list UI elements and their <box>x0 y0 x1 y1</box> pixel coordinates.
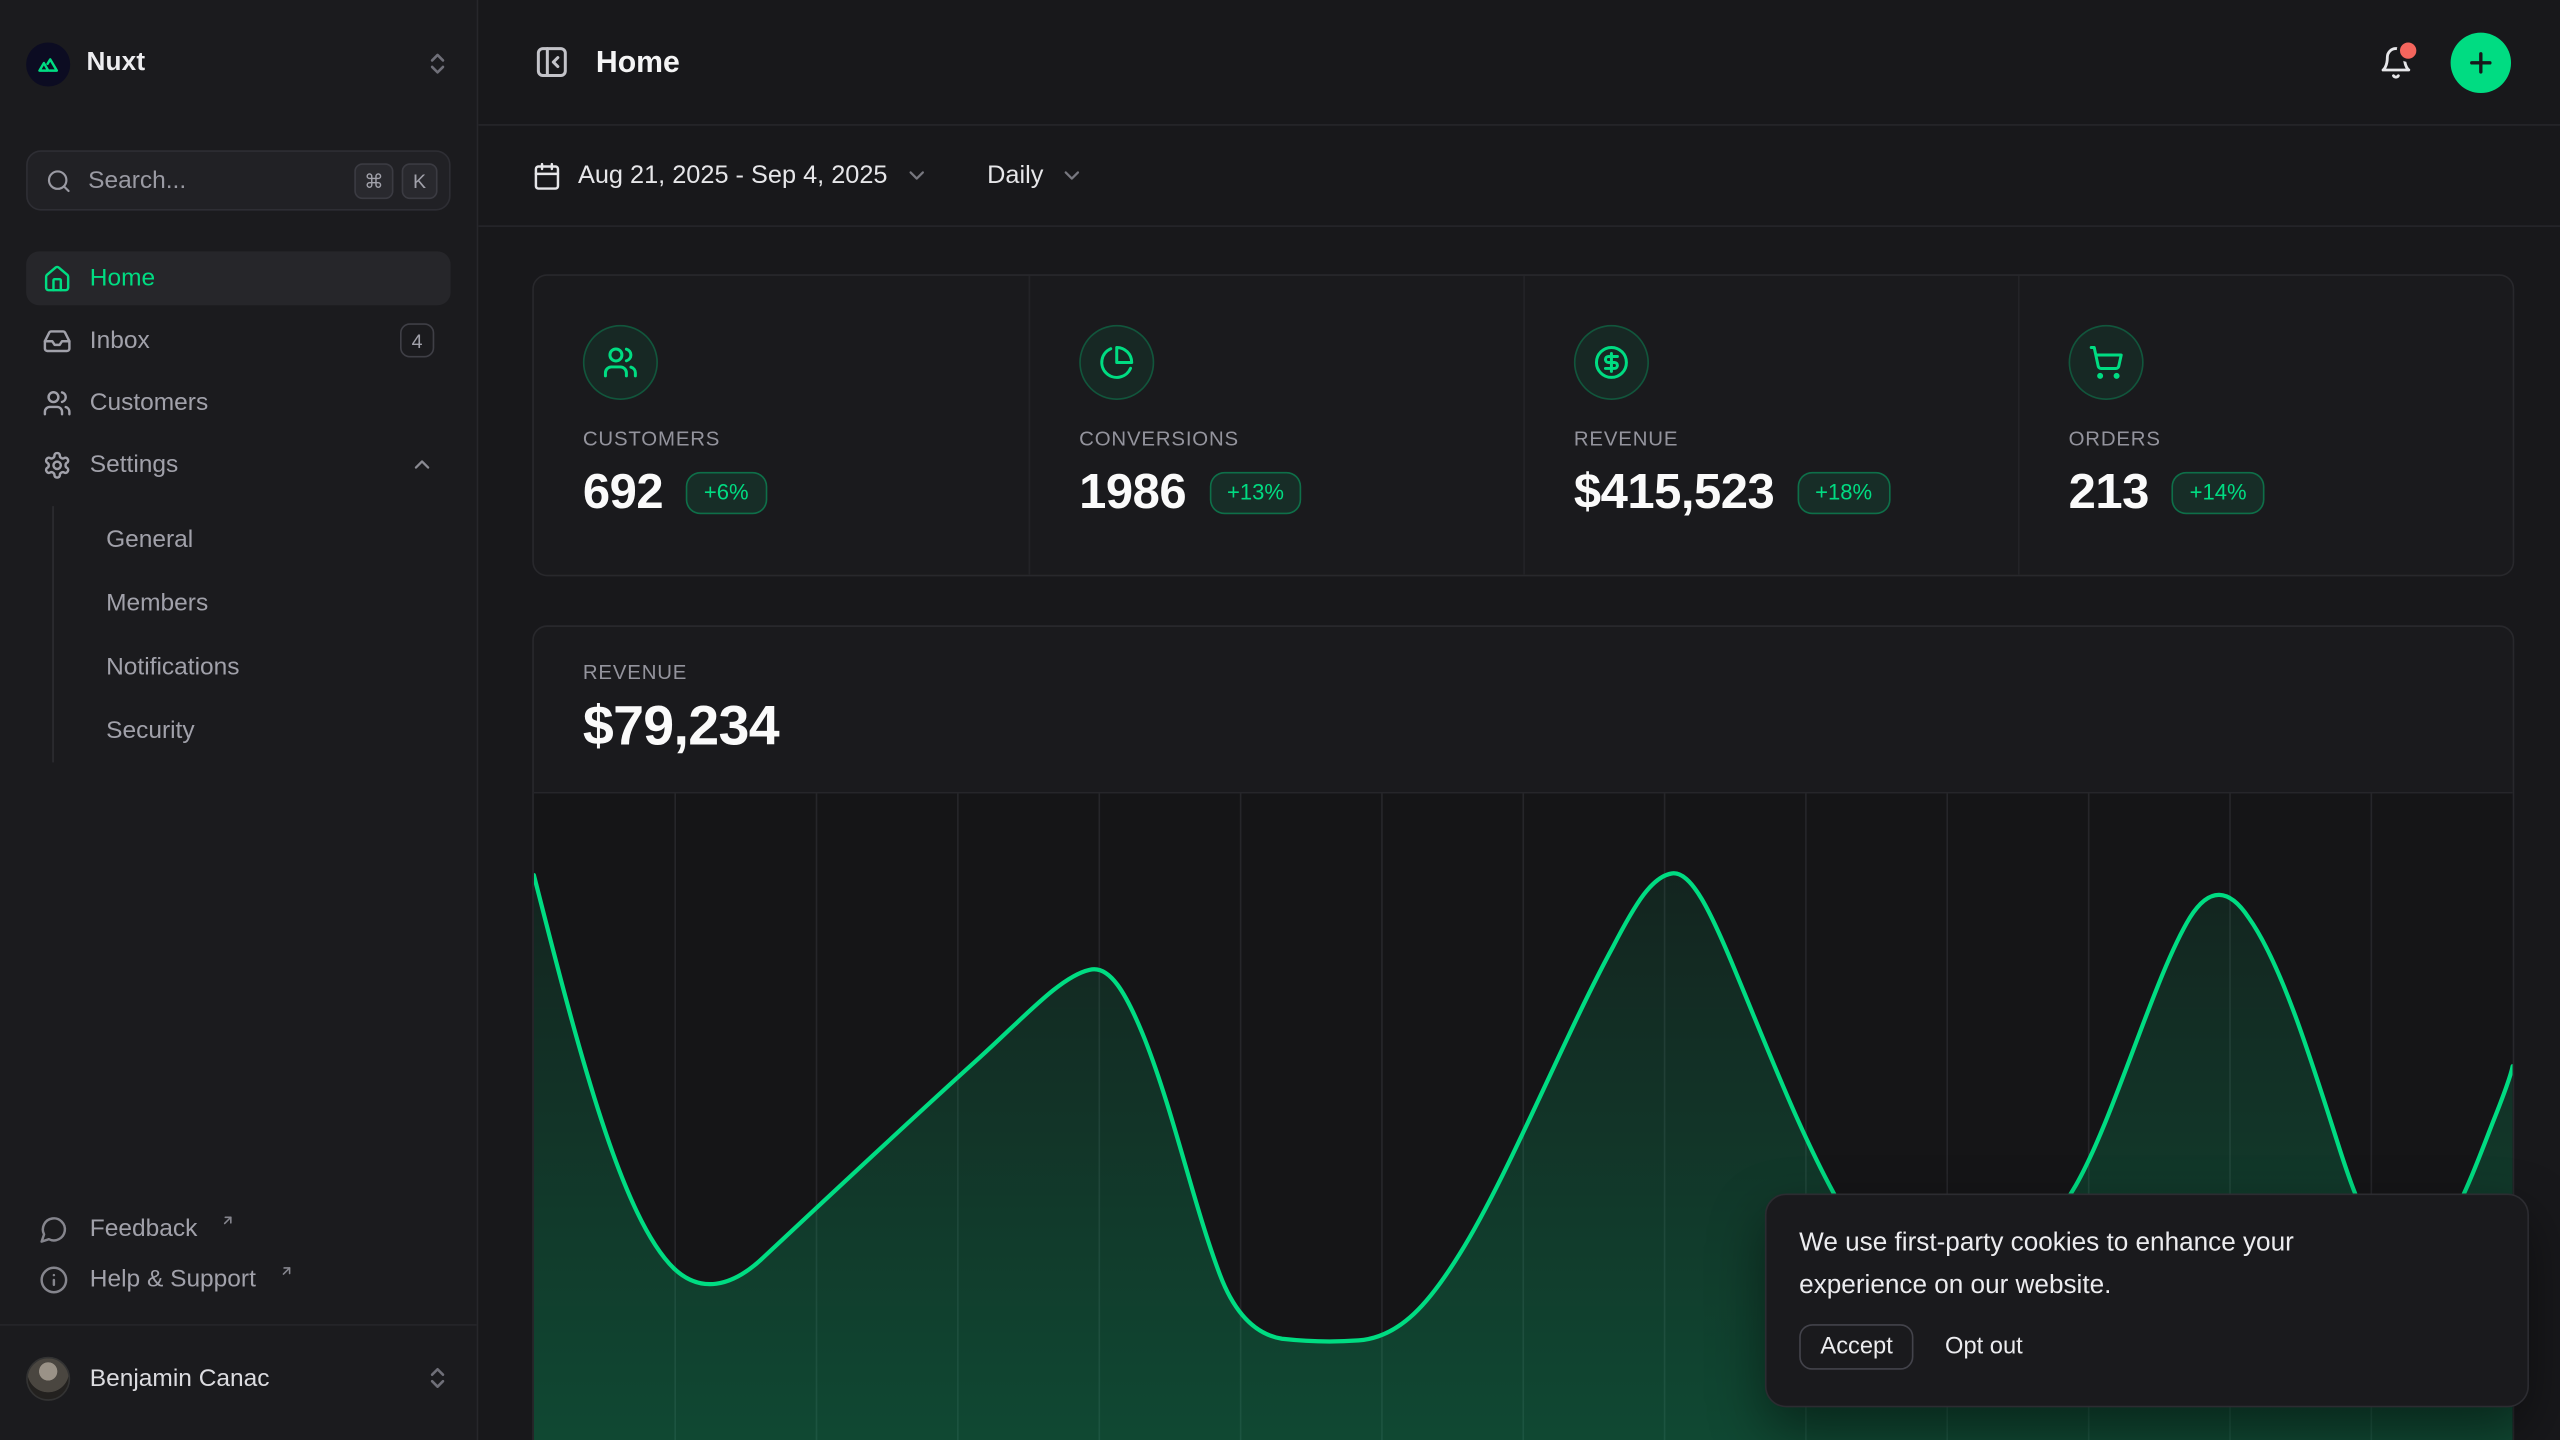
notification-dot <box>2400 42 2416 58</box>
search-placeholder: Search... <box>88 167 186 195</box>
stat-value: 213 <box>2069 465 2149 521</box>
search-input[interactable]: Search... ⌘ K <box>26 150 450 210</box>
team-switcher[interactable]: Nuxt <box>26 36 450 92</box>
pie-chart-icon <box>1079 325 1154 400</box>
users-icon <box>42 388 71 417</box>
settings-sub-list: General Members Notifications Security <box>52 506 450 762</box>
opt-out-button[interactable]: Opt out <box>1945 1334 2023 1360</box>
stat-customers: CUSTOMERS 692 +6% <box>534 276 1029 575</box>
revenue-header: REVENUE $79,234 <box>534 627 2513 792</box>
sidebar-item-notifications[interactable]: Notifications <box>54 640 451 692</box>
feedback-link[interactable]: Feedback <box>26 1203 450 1254</box>
page-title: Home <box>596 44 680 80</box>
external-link-icon <box>279 1264 294 1279</box>
stat-orders: ORDERS 213 +14% <box>2018 276 2513 575</box>
delta-badge: +13% <box>1209 472 1302 514</box>
stats-card: CUSTOMERS 692 +6% CONVERSIONS 1986 <box>532 274 2514 576</box>
cookie-actions: Accept Opt out <box>1799 1324 2495 1370</box>
granularity-select[interactable]: Daily <box>987 161 1084 190</box>
add-button[interactable] <box>2451 32 2511 92</box>
sidebar-divider <box>0 1324 477 1326</box>
header-actions <box>2379 32 2511 92</box>
sidebar-item-inbox[interactable]: Inbox 4 <box>26 313 450 367</box>
shopping-cart-icon <box>2069 325 2144 400</box>
external-link-icon <box>220 1213 235 1228</box>
delta-badge: +14% <box>2172 472 2265 514</box>
sidebar-item-general[interactable]: General <box>54 513 451 565</box>
sidebar-nav: Home Inbox 4 Customers <box>26 251 450 762</box>
cookie-banner: We use first-party cookies to enhance yo… <box>1765 1193 2529 1407</box>
avatar <box>26 1356 70 1400</box>
users-icon <box>583 325 658 400</box>
cookie-text-line2: experience on our website. <box>1799 1264 2495 1306</box>
date-range-picker[interactable]: Aug 21, 2025 - Sep 4, 2025 <box>532 161 928 190</box>
sidebar-spacer <box>26 762 450 1203</box>
revenue-value: $79,234 <box>583 696 2464 760</box>
plus-icon <box>2465 47 2496 78</box>
chevron-down-icon <box>1060 163 1084 187</box>
stat-value: 1986 <box>1079 465 1186 521</box>
stat-revenue: REVENUE $415,523 +18% <box>1523 276 2018 575</box>
stat-conversions: CONVERSIONS 1986 +13% <box>1029 276 1524 575</box>
stat-value: $415,523 <box>1574 465 1774 521</box>
sidebar-item-security[interactable]: Security <box>54 704 451 756</box>
user-name: Benjamin Canac <box>90 1364 270 1392</box>
sidebar-item-home[interactable]: Home <box>26 251 450 305</box>
calendar-icon <box>532 161 561 190</box>
delta-badge: +6% <box>686 472 767 514</box>
search-icon <box>46 167 72 193</box>
panel-left-close-icon <box>534 44 570 80</box>
chevron-up-icon <box>410 452 434 476</box>
delta-badge: +18% <box>1797 472 1890 514</box>
house-icon <box>42 264 71 293</box>
inbox-icon <box>42 326 71 355</box>
chevrons-up-down-icon <box>424 1365 450 1391</box>
info-circle-icon <box>39 1264 68 1293</box>
help-support-link[interactable]: Help & Support <box>26 1254 450 1305</box>
search-shortcut: ⌘ K <box>354 162 437 198</box>
app-window: Nuxt Search... ⌘ K Ho <box>0 0 2560 1440</box>
notifications-button[interactable] <box>2379 45 2413 79</box>
revenue-label: REVENUE <box>583 661 2464 684</box>
chevrons-up-down-icon <box>424 51 450 77</box>
kbd-k: K <box>402 162 438 198</box>
gear-icon <box>42 450 71 479</box>
nuxt-logo-icon <box>26 42 70 86</box>
collapse-sidebar-button[interactable] <box>534 44 570 80</box>
sidebar-item-customers[interactable]: Customers <box>26 376 450 430</box>
dollar-circle-icon <box>1574 325 1649 400</box>
sidebar: Nuxt Search... ⌘ K Ho <box>0 0 478 1440</box>
sidebar-item-members[interactable]: Members <box>54 576 451 628</box>
cookie-text-line1: We use first-party cookies to enhance yo… <box>1799 1223 2495 1265</box>
kbd-meta: ⌘ <box>354 162 393 198</box>
top-header: Home <box>478 0 2560 126</box>
chevron-down-icon <box>904 163 928 187</box>
user-menu[interactable]: Benjamin Canac <box>26 1342 450 1414</box>
stat-value: 692 <box>583 465 663 521</box>
accept-cookies-button[interactable]: Accept <box>1799 1324 1914 1370</box>
inbox-count-badge: 4 <box>400 323 434 357</box>
team-name: Nuxt <box>87 49 146 78</box>
filters-toolbar: Aug 21, 2025 - Sep 4, 2025 Daily <box>478 126 2560 227</box>
message-bubble-icon <box>39 1214 68 1243</box>
sidebar-item-settings[interactable]: Settings <box>26 438 450 492</box>
